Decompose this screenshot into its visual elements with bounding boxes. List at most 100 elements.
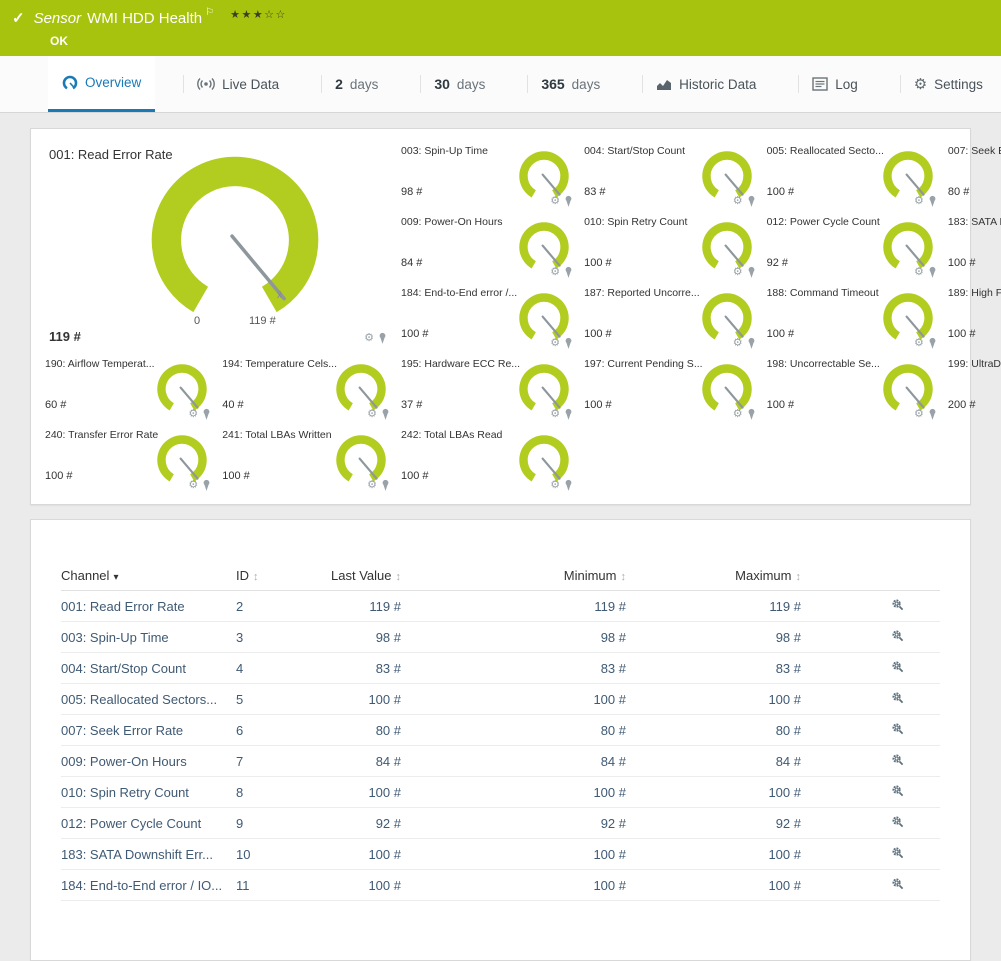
- channel-settings-icon[interactable]: [891, 660, 904, 673]
- cell-last-value: 100 #: [306, 692, 401, 707]
- channel-settings-icon[interactable]: [891, 722, 904, 735]
- gauge-gear-icon[interactable]: ⚙: [550, 480, 560, 491]
- flag-icon[interactable]: ⚐: [205, 7, 214, 18]
- pin-icon[interactable]: [202, 408, 211, 420]
- pin-icon[interactable]: [747, 337, 756, 349]
- gauge-tile[interactable]: 189: High Fly Writes100 #⚙: [944, 281, 1001, 352]
- gauge-tile[interactable]: 012: Power Cycle Count92 #⚙: [763, 210, 944, 281]
- tab-settings[interactable]: ⚙ Settings: [900, 56, 997, 112]
- gauge-tile[interactable]: 199: UltraDMA CRC Err...200 #⚙: [944, 352, 1001, 423]
- pin-icon[interactable]: [381, 408, 390, 420]
- gauge-tile[interactable]: 190: Airflow Temperat...60 #⚙: [41, 352, 218, 423]
- gauge-gear-icon[interactable]: ⚙: [550, 267, 560, 278]
- gauge-tile[interactable]: 009: Power-On Hours84 #⚙: [397, 210, 580, 281]
- tab-30-days[interactable]: 30 days: [420, 56, 499, 112]
- pin-icon[interactable]: [378, 332, 387, 344]
- pin-icon[interactable]: [564, 195, 573, 207]
- channel-link[interactable]: 009: Power-On Hours: [61, 754, 187, 769]
- gauge-gear-icon[interactable]: ⚙: [550, 338, 560, 349]
- pin-icon[interactable]: [747, 195, 756, 207]
- pin-icon[interactable]: [747, 266, 756, 278]
- gauge-gear-icon[interactable]: ⚙: [364, 333, 374, 344]
- main-gauge-tile[interactable]: 001: Read Error Rate x̄ 0 119 # 119 # ⚙: [41, 139, 397, 352]
- gauge-gear-icon[interactable]: ⚙: [188, 409, 198, 420]
- channel-settings-icon[interactable]: [891, 598, 904, 611]
- gauge-grid: 001: Read Error Rate x̄ 0 119 # 119 # ⚙ …: [41, 139, 960, 494]
- gauge-tile[interactable]: 197: Current Pending S...100 #⚙: [580, 352, 763, 423]
- pin-icon[interactable]: [564, 337, 573, 349]
- cell-id: 4: [236, 661, 306, 676]
- channel-link[interactable]: 184: End-to-End error / IO...: [61, 878, 222, 893]
- gauge-tile[interactable]: 010: Spin Retry Count100 #⚙: [580, 210, 763, 281]
- tab-overview[interactable]: Overview: [48, 56, 155, 112]
- tab-live-data[interactable]: Live Data: [183, 56, 293, 112]
- gauge-gear-icon[interactable]: ⚙: [914, 196, 924, 207]
- gauge-tile[interactable]: 005: Reallocated Secto...100 #⚙: [763, 139, 944, 210]
- star-rating[interactable]: ★★★☆☆: [230, 8, 287, 21]
- gauge-gear-icon[interactable]: ⚙: [914, 267, 924, 278]
- cell-maximum: 92 #: [626, 816, 801, 831]
- gauge-tile[interactable]: 242: Total LBAs Read100 #⚙: [397, 423, 580, 494]
- gauge-tile[interactable]: 187: Reported Uncorre...100 #⚙: [580, 281, 763, 352]
- col-header-maximum[interactable]: Maximum↕: [626, 568, 801, 583]
- col-header-minimum[interactable]: Minimum↕: [401, 568, 626, 583]
- gauge-tile[interactable]: 007: Seek Error Rate80 #⚙: [944, 139, 1001, 210]
- channel-link[interactable]: 001: Read Error Rate: [61, 599, 185, 614]
- tab-historic-data[interactable]: Historic Data: [642, 56, 770, 112]
- gauge-gear-icon[interactable]: ⚙: [733, 409, 743, 420]
- channel-settings-icon[interactable]: [891, 846, 904, 859]
- channel-settings-icon[interactable]: [891, 691, 904, 704]
- gauge-tile[interactable]: 003: Spin-Up Time98 #⚙: [397, 139, 580, 210]
- gauge-tile[interactable]: 184: End-to-End error /...100 #⚙: [397, 281, 580, 352]
- gauge-gear-icon[interactable]: ⚙: [188, 480, 198, 491]
- channel-link[interactable]: 005: Reallocated Sectors...: [61, 692, 217, 707]
- gauge-gear-icon[interactable]: ⚙: [367, 480, 377, 491]
- channel-link[interactable]: 004: Start/Stop Count: [61, 661, 186, 676]
- pin-icon[interactable]: [928, 195, 937, 207]
- channel-settings-icon[interactable]: [891, 784, 904, 797]
- gauge-gear-icon[interactable]: ⚙: [733, 338, 743, 349]
- pin-icon[interactable]: [928, 337, 937, 349]
- cell-last-value: 92 #: [306, 816, 401, 831]
- pin-icon[interactable]: [928, 408, 937, 420]
- col-header-last-value[interactable]: Last Value↕: [306, 568, 401, 583]
- gauge-gear-icon[interactable]: ⚙: [733, 267, 743, 278]
- gauge-value: 100 #: [401, 328, 429, 340]
- channel-link[interactable]: 003: Spin-Up Time: [61, 630, 169, 645]
- gauge-gear-icon[interactable]: ⚙: [733, 196, 743, 207]
- gauge-gear-icon[interactable]: ⚙: [914, 409, 924, 420]
- gauge-tile[interactable]: 241: Total LBAs Written100 #⚙: [218, 423, 397, 494]
- gauge-gear-icon[interactable]: ⚙: [367, 409, 377, 420]
- gauge-tile[interactable]: 240: Transfer Error Rate100 #⚙: [41, 423, 218, 494]
- channel-link[interactable]: 010: Spin Retry Count: [61, 785, 189, 800]
- col-header-id[interactable]: ID↕: [236, 568, 306, 583]
- channel-settings-icon[interactable]: [891, 753, 904, 766]
- tab-2-days[interactable]: 2 days: [321, 56, 392, 112]
- gauge-tile[interactable]: 004: Start/Stop Count83 #⚙: [580, 139, 763, 210]
- pin-icon[interactable]: [747, 408, 756, 420]
- pin-icon[interactable]: [564, 408, 573, 420]
- channel-link[interactable]: 183: SATA Downshift Err...: [61, 847, 213, 862]
- channel-settings-icon[interactable]: [891, 815, 904, 828]
- pin-icon[interactable]: [564, 266, 573, 278]
- gauge-value: 100 #: [584, 328, 612, 340]
- tab-365-days[interactable]: 365 days: [527, 56, 614, 112]
- channel-link[interactable]: 007: Seek Error Rate: [61, 723, 183, 738]
- channel-link[interactable]: 012: Power Cycle Count: [61, 816, 201, 831]
- gauge-tile[interactable]: 188: Command Timeout100 #⚙: [763, 281, 944, 352]
- gauge-tile[interactable]: 195: Hardware ECC Re...37 #⚙: [397, 352, 580, 423]
- channel-settings-icon[interactable]: [891, 629, 904, 642]
- gauge-tile[interactable]: 194: Temperature Cels...40 #⚙: [218, 352, 397, 423]
- col-header-channel[interactable]: Channel▾: [61, 568, 236, 583]
- pin-icon[interactable]: [564, 479, 573, 491]
- pin-icon[interactable]: [381, 479, 390, 491]
- pin-icon[interactable]: [202, 479, 211, 491]
- gauge-gear-icon[interactable]: ⚙: [914, 338, 924, 349]
- gauge-tile[interactable]: 183: SATA Downshift E...100 #⚙: [944, 210, 1001, 281]
- tab-log[interactable]: Log: [798, 56, 872, 112]
- pin-icon[interactable]: [928, 266, 937, 278]
- sensor-title: WMI HDD Health: [87, 10, 202, 27]
- gauge-tile[interactable]: 198: Uncorrectable Se...100 #⚙: [763, 352, 944, 423]
- gauge-gear-icon[interactable]: ⚙: [550, 409, 560, 420]
- gauge-gear-icon[interactable]: ⚙: [550, 196, 560, 207]
